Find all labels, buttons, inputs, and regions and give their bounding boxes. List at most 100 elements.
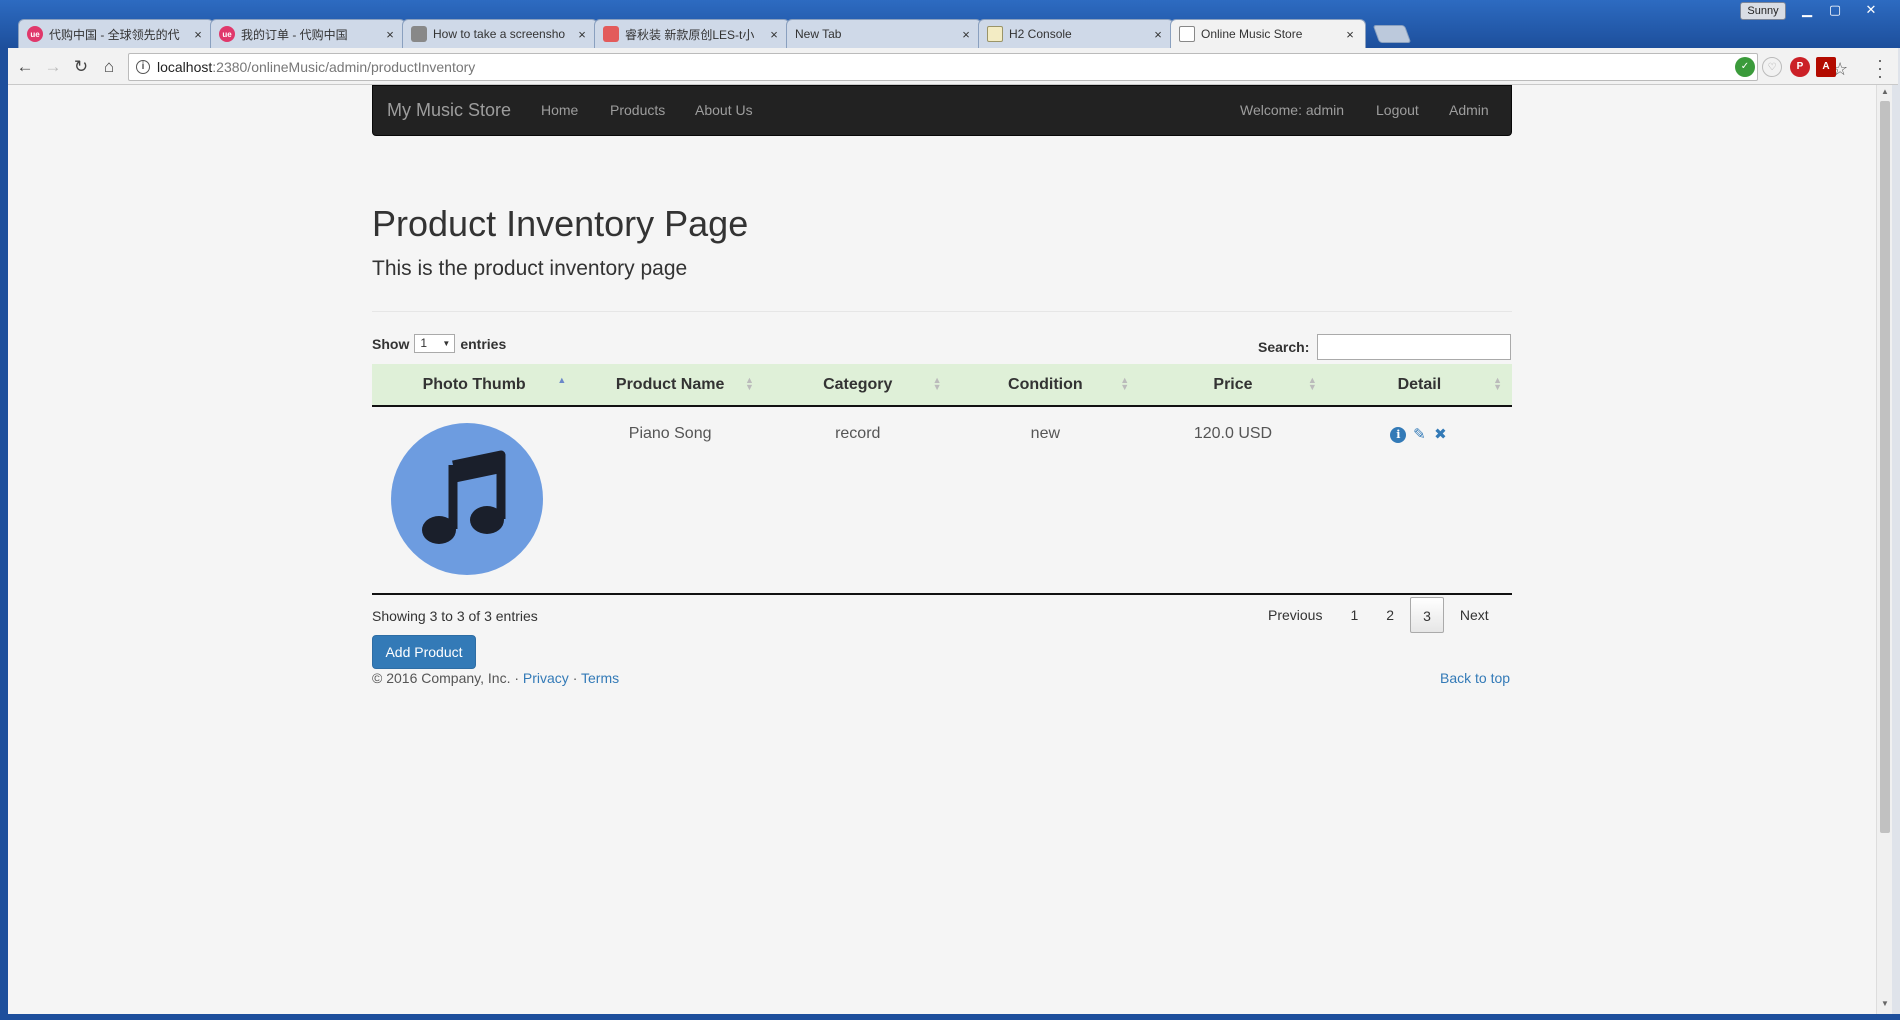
row-actions: i ✎ ✖: [1390, 427, 1448, 443]
site-favicon-icon: [1179, 26, 1195, 42]
site-navbar: My Music Store Home Products About Us We…: [372, 85, 1512, 136]
sort-icon: ▲ ▼: [1120, 375, 1130, 392]
add-product-button[interactable]: Add Product: [372, 635, 476, 669]
forward-arrow-icon[interactable]: →: [42, 56, 64, 78]
privacy-link[interactable]: Privacy: [523, 670, 569, 686]
inventory-table: Photo Thumb ▲ Product Name ▲ ▼ Category ▲ ▼ C…: [372, 364, 1512, 595]
minimize-icon[interactable]: ▁: [1792, 0, 1822, 20]
col-header-condition[interactable]: Condition ▲ ▼: [951, 364, 1140, 407]
sort-icon: ▲ ▼: [1493, 375, 1502, 392]
col-label: Price: [1213, 375, 1253, 393]
page-length-select[interactable]: 1 ▼: [414, 334, 456, 353]
scroll-up-icon[interactable]: ▲: [1877, 85, 1893, 99]
extension-shield-icon[interactable]: ♡: [1762, 57, 1782, 77]
col-header-detail[interactable]: Detail ▲ ▼: [1326, 364, 1512, 407]
url-path: :2380/onlineMusic/admin/productInventory: [212, 59, 476, 75]
browser-tab[interactable]: 睿秋装 新款原创LES-t小 ×: [594, 19, 790, 48]
close-icon[interactable]: ×: [959, 27, 973, 42]
tab-title: Online Music Store: [1201, 27, 1303, 41]
pdf-icon[interactable]: A: [1816, 57, 1836, 77]
nav-logout[interactable]: Logout: [1376, 102, 1419, 118]
delete-icon[interactable]: ✖: [1432, 427, 1448, 443]
pagination: Previous 1 2 3 Next: [1252, 597, 1501, 633]
scroll-thumb[interactable]: [1880, 101, 1890, 833]
page-2[interactable]: 2: [1374, 597, 1406, 633]
browser-tab[interactable]: ue 我的订单 - 代购中国 ×: [210, 19, 406, 48]
maximize-icon[interactable]: ▢: [1820, 0, 1850, 20]
table-header-row: Photo Thumb ▲ Product Name ▲ ▼ Category ▲ ▼ C…: [372, 364, 1512, 407]
sort-icon: ▲ ▼: [932, 375, 942, 392]
page-next[interactable]: Next: [1448, 597, 1501, 633]
terms-link[interactable]: Terms: [581, 670, 619, 686]
window-frame: [0, 48, 8, 1020]
back-to-top-link[interactable]: Back to top: [1440, 670, 1510, 686]
nav-products[interactable]: Products: [610, 102, 665, 118]
col-label: Detail: [1397, 375, 1442, 393]
info-icon[interactable]: i: [1390, 427, 1407, 443]
show-label: Show: [372, 335, 410, 352]
col-label: Product Name: [615, 375, 725, 393]
nav-about[interactable]: About Us: [695, 102, 753, 118]
brand-link[interactable]: My Music Store: [387, 100, 511, 121]
edit-icon[interactable]: ✎: [1411, 427, 1427, 443]
col-label: Condition: [1008, 375, 1083, 393]
nav-welcome[interactable]: Welcome: admin: [1240, 102, 1344, 118]
close-icon[interactable]: ×: [575, 27, 589, 42]
url-host: localhost: [157, 59, 213, 75]
search-input[interactable]: [1317, 334, 1512, 360]
cell-photo: [372, 406, 577, 595]
dropdown-arrow-icon: ▼: [442, 339, 451, 348]
pinterest-icon[interactable]: P: [1790, 57, 1810, 77]
table-search: Search:: [1258, 334, 1512, 360]
browser-tab[interactable]: How to take a screensho ×: [402, 19, 598, 48]
tab-title: How to take a screensho: [433, 27, 566, 41]
footer-copyright: © 2016 Company, Inc. · Privacy · Terms: [372, 670, 619, 686]
back-arrow-icon[interactable]: ←: [14, 56, 36, 78]
extension-check-icon[interactable]: ✓: [1735, 57, 1755, 77]
new-tab-button[interactable]: [1372, 25, 1412, 43]
document-favicon-icon: [987, 26, 1003, 42]
col-label: Photo Thumb: [422, 375, 526, 393]
browser-tab[interactable]: H2 Console ×: [978, 19, 1174, 48]
scroll-down-icon[interactable]: ▼: [1877, 997, 1893, 1011]
sort-icon: ▲ ▼: [1307, 375, 1317, 392]
info-icon[interactable]: i: [136, 60, 150, 74]
sort-icon: ▲ ▼: [745, 375, 754, 392]
close-window-icon[interactable]: ✕: [1856, 0, 1886, 20]
browser-tab[interactable]: New Tab ×: [786, 19, 982, 48]
browser-tab-active[interactable]: Online Music Store ×: [1170, 19, 1366, 48]
col-header-price[interactable]: Price ▲ ▼: [1139, 364, 1327, 407]
close-icon[interactable]: ×: [1151, 27, 1165, 42]
col-header-photo[interactable]: Photo Thumb ▲: [372, 364, 577, 407]
reload-icon[interactable]: ↻: [70, 56, 92, 78]
menu-icon[interactable]: · · ·: [1875, 51, 1885, 85]
close-icon[interactable]: ×: [1343, 27, 1357, 42]
music-note-icon: [391, 423, 543, 575]
browser-tab[interactable]: ue 代购中国 - 全球领先的代 ×: [18, 19, 214, 48]
table-info: Showing 3 to 3 of 3 entries: [372, 608, 538, 624]
close-icon[interactable]: ×: [191, 27, 205, 42]
sort-asc-icon: ▲: [557, 375, 567, 385]
page-scrollbar[interactable]: ▲ ▼: [1876, 85, 1892, 1014]
page-title: Product Inventory Page: [372, 203, 749, 244]
page-1[interactable]: 1: [1338, 597, 1370, 633]
nav-admin[interactable]: Admin: [1449, 102, 1489, 118]
cell-category: record: [763, 406, 952, 595]
site-favicon-icon: [603, 26, 619, 42]
close-icon[interactable]: ×: [767, 27, 781, 42]
col-header-name[interactable]: Product Name ▲ ▼: [576, 364, 764, 407]
col-header-category[interactable]: Category ▲ ▼: [763, 364, 952, 407]
nav-home[interactable]: Home: [541, 102, 578, 118]
copyright-text: © 2016 Company, Inc. ·: [372, 670, 523, 686]
page-3-current[interactable]: 3: [1410, 597, 1444, 633]
site-favicon-icon: ue: [27, 26, 43, 42]
profile-badge[interactable]: Sunny: [1740, 2, 1786, 20]
page-length-value: 1: [420, 336, 428, 350]
address-bar[interactable]: i localhost:2380/onlineMusic/admin/produ…: [128, 53, 1848, 81]
page-previous[interactable]: Previous: [1256, 597, 1334, 633]
tab-title: H2 Console: [1009, 27, 1072, 41]
home-icon[interactable]: ⌂: [98, 56, 120, 78]
separator: ·: [568, 670, 582, 686]
browser-toolbar: ← → ↻ ⌂ i localhost:2380/onlineMusic/adm…: [8, 48, 1898, 85]
close-icon[interactable]: ×: [383, 27, 397, 42]
